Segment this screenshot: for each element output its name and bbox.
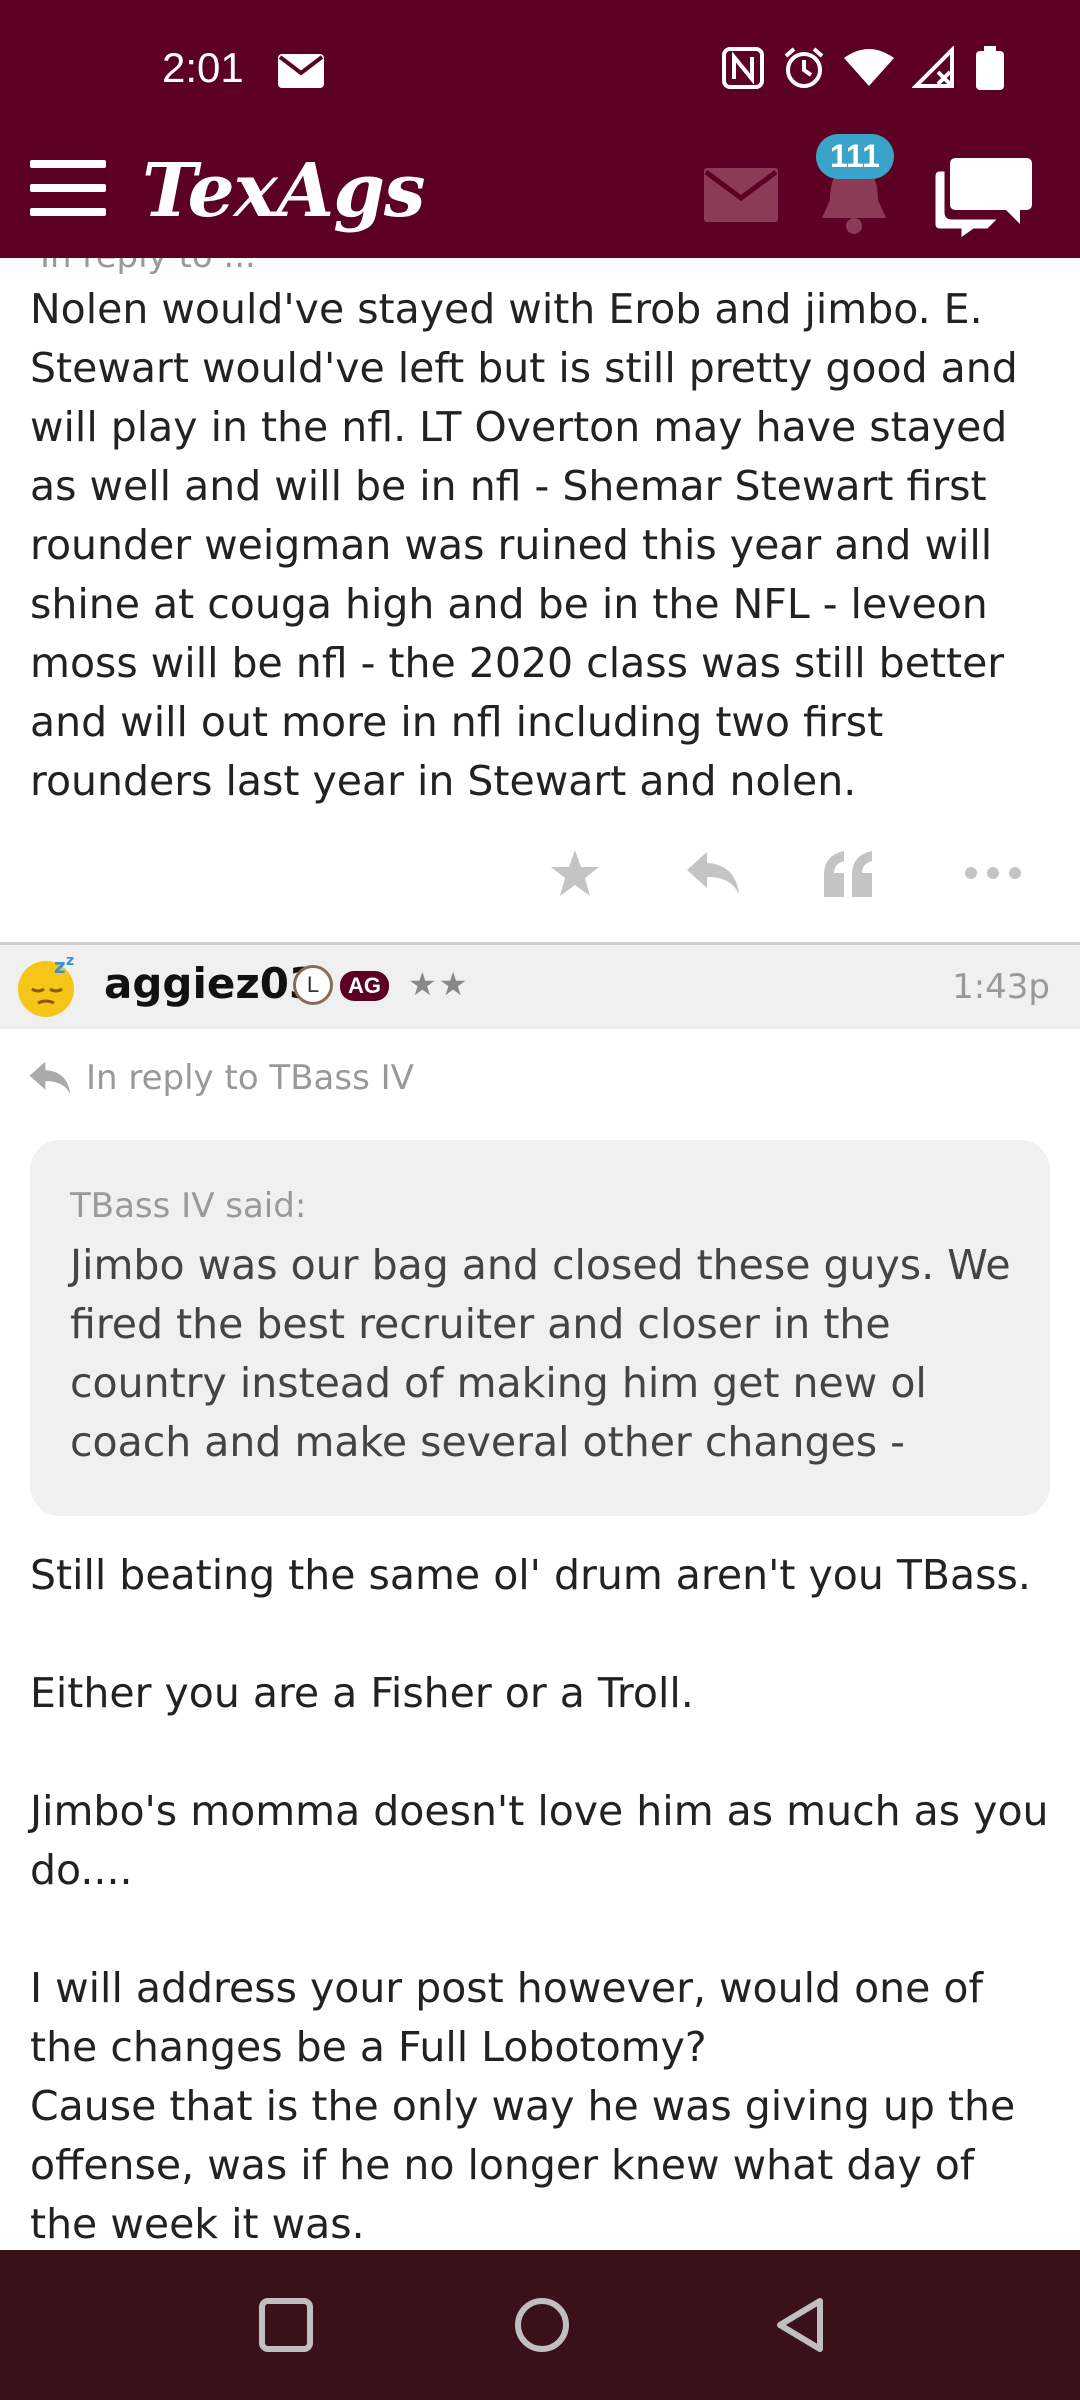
gmail-icon — [278, 54, 324, 92]
texags-logo[interactable]: TexAgs — [142, 148, 426, 234]
user-stars: ★★ — [408, 965, 470, 1003]
reply-to-label-cut: In reply to ... — [40, 258, 256, 276]
menu-icon[interactable] — [30, 160, 106, 216]
user-avatar[interactable]: zz — [16, 953, 82, 1019]
status-bar: 2:01 — [0, 0, 1080, 140]
svg-text:z: z — [66, 953, 74, 969]
status-icons — [722, 46, 1004, 90]
messages-icon[interactable] — [704, 168, 778, 226]
wifi-icon — [844, 49, 894, 86]
quote-block: TBass IV said: Jimbo was our bag and clo… — [30, 1140, 1050, 1516]
ag-badge: AG — [340, 971, 389, 1001]
username[interactable]: aggiez03 — [104, 959, 318, 1008]
app-header: TexAgs 111 — [0, 134, 1080, 258]
battery-icon — [976, 46, 1004, 90]
chat-icon[interactable] — [932, 150, 1034, 244]
signal-icon — [912, 46, 954, 88]
alarm-icon — [784, 47, 824, 88]
status-time: 2:01 — [162, 44, 244, 91]
home-icon[interactable] — [512, 2295, 572, 2355]
post-body: Still beating the same ol' drum aren't y… — [30, 1551, 1049, 2248]
more-options-icon[interactable] — [958, 838, 1028, 908]
star-icon[interactable] — [540, 838, 610, 908]
thread-content[interactable]: In reply to ... Nolen would've stayed wi… — [0, 258, 1080, 2250]
notification-count-badge[interactable]: 111 — [816, 134, 894, 179]
user-level-badge: L — [293, 965, 333, 1005]
back-icon[interactable] — [770, 2295, 830, 2355]
post-time: 1:43p — [952, 967, 1050, 1007]
quote-text: Jimbo was our bag and closed these guys.… — [70, 1241, 1011, 1466]
quote-icon[interactable] — [814, 838, 884, 908]
reply-icon[interactable] — [678, 838, 748, 908]
svg-text:z: z — [54, 954, 66, 978]
nfc-icon — [722, 47, 764, 89]
reply-arrow-icon — [29, 1061, 71, 1095]
reply-to-label: In reply to TBass IV — [86, 1058, 414, 1098]
recent-apps-icon[interactable] — [256, 2295, 316, 2355]
quote-author: TBass IV said: — [70, 1186, 307, 1226]
reply-to-link[interactable]: In reply to TBass IV — [28, 1058, 414, 1098]
post-author-bar: zz aggiez03 L AG ★★ 1:43p — [0, 945, 1080, 1029]
post-actions — [0, 838, 1080, 918]
system-nav-bar — [0, 2250, 1080, 2400]
previous-post-text: Nolen would've stayed with Erob and jimb… — [30, 285, 1018, 805]
